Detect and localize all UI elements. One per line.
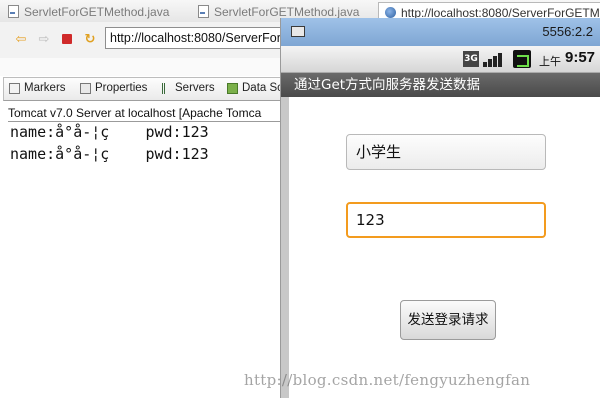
status-time: 9:57 [565, 49, 596, 66]
java-file-icon [198, 5, 209, 18]
markers-icon [9, 82, 20, 94]
properties-icon [80, 82, 91, 94]
app-content: 小学生 123 发送登录请求 [289, 97, 600, 398]
divider [8, 121, 298, 122]
stop-icon[interactable] [60, 32, 74, 46]
data-source-icon [227, 82, 238, 94]
send-login-button[interactable]: 发送登录请求 [400, 300, 496, 340]
tab-label: ServletForGETMethod.java [214, 4, 360, 19]
emulator-title: 5556:2.2 [542, 24, 593, 39]
tab-properties[interactable]: Properties [80, 82, 147, 94]
console-line: name:å°å-¦ç pwd:123 [10, 123, 209, 141]
tab-label: Properties [95, 82, 148, 94]
back-arrow-icon[interactable]: ⇦ [14, 32, 28, 47]
signal-icon [483, 51, 503, 67]
servers-icon [162, 82, 171, 94]
console-line: name:å°å-¦ç pwd:123 [10, 145, 209, 163]
emulator-window: 5556:2.2 3G 上午 9:57 通过Get方式向服务器发送数据 小学生 … [280, 18, 600, 398]
tab-servers[interactable]: Servers [162, 82, 215, 94]
refresh-icon[interactable]: ↻ [83, 32, 97, 47]
password-field[interactable]: 123 [346, 202, 546, 238]
emulator-titlebar[interactable]: 5556:2.2 [281, 18, 600, 46]
tab-data-source[interactable]: Data Sc [227, 82, 283, 94]
battery-icon [513, 50, 531, 68]
forward-arrow-icon[interactable]: ⇨ [37, 32, 51, 47]
java-file-icon [8, 5, 19, 18]
tab-label: ServletForGETMethod.java [24, 4, 170, 19]
window-icon [291, 26, 305, 37]
username-field[interactable]: 小学生 [346, 134, 546, 170]
tab-markers[interactable]: Markers [9, 82, 66, 94]
tab-java-file-1[interactable]: ServletForGETMethod.java [8, 2, 169, 21]
views-tab-bar: Markers Properties Servers Data Sc [3, 77, 305, 101]
tab-label: Data Sc [242, 82, 283, 94]
network-3g-icon: 3G [463, 51, 479, 67]
app-title: 通过Get方式向服务器发送数据 [281, 73, 600, 97]
android-status-bar: 3G 上午 9:57 [281, 46, 600, 73]
globe-icon [385, 7, 396, 18]
status-ampm: 上午 [539, 55, 561, 68]
watermark: http://blog.csdn.net/fengyuzhengfan [244, 371, 531, 389]
tab-label: Servers [175, 82, 215, 94]
tab-label: Markers [24, 82, 66, 94]
console-header: Tomcat v7.0 Server at localhost [Apache … [8, 106, 262, 120]
